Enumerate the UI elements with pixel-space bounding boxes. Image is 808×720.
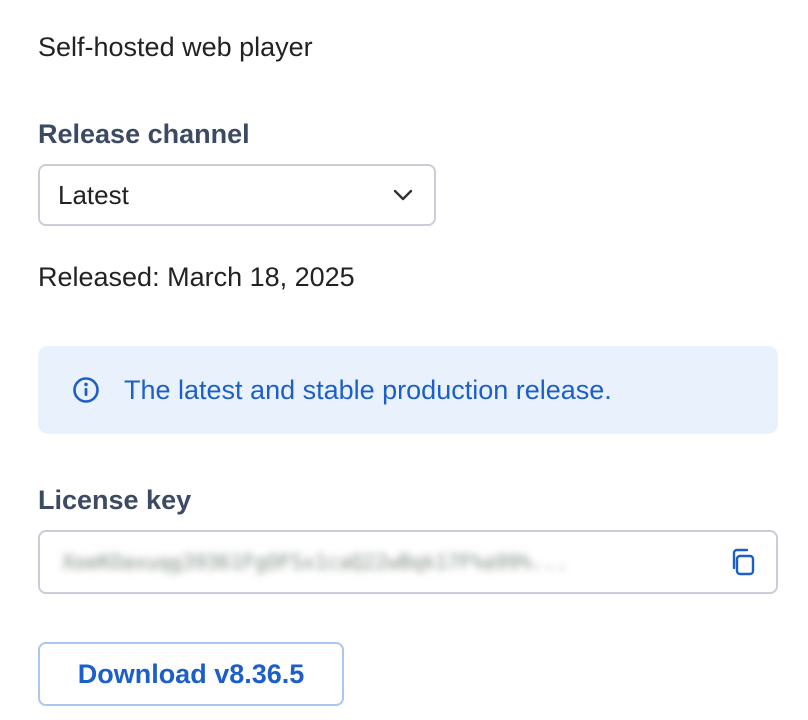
license-key-field[interactable]: XoeKOaxuqg39361FgOFSx1caQ22wBqk17F%a99%.… — [38, 530, 778, 594]
download-button[interactable]: Download v8.36.5 — [38, 642, 344, 706]
section-heading: Self-hosted web player — [38, 32, 313, 62]
info-icon — [72, 376, 100, 404]
license-key-label: License key — [38, 485, 192, 515]
chevron-down-icon — [392, 184, 414, 206]
copy-icon[interactable] — [728, 547, 758, 577]
license-key-value: XoeKOaxuqg39361FgOFSx1caQ22wBqk17F%a99%.… — [62, 550, 568, 574]
info-banner: The latest and stable production release… — [38, 346, 778, 434]
release-date: Released: March 18, 2025 — [38, 262, 355, 292]
release-channel-value: Latest — [58, 179, 129, 210]
release-channel-select[interactable]: Latest — [38, 164, 436, 226]
release-channel-label: Release channel — [38, 119, 250, 149]
info-banner-text: The latest and stable production release… — [124, 374, 612, 405]
